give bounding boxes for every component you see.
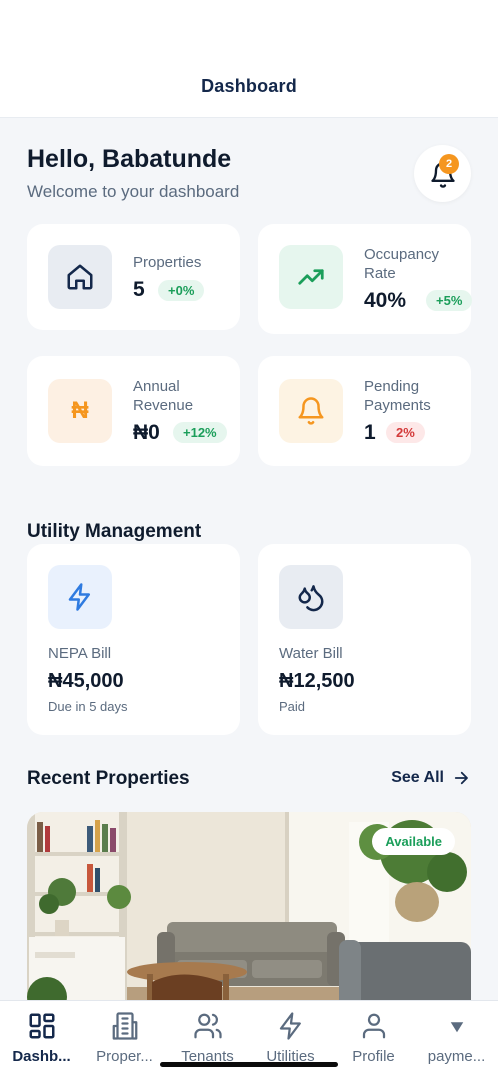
tab-dashboard[interactable]: Dashb... <box>0 1011 83 1065</box>
utility-name: Water Bill <box>279 645 343 662</box>
stat-label: Properties <box>133 254 202 271</box>
tab-label: payme... <box>427 1048 486 1065</box>
stat-value: ₦0 <box>133 421 160 444</box>
users-icon <box>193 1013 222 1039</box>
stat-change-badge: +0% <box>158 280 205 301</box>
see-all-link[interactable]: See All <box>391 769 470 787</box>
tab-tenants[interactable]: Tenants <box>166 1011 249 1065</box>
tab-label: Dashb... <box>12 1048 71 1065</box>
water-drops-icon <box>298 585 324 612</box>
utility-section-title: Utility Management <box>27 521 202 542</box>
greeting-title: Hello, Babatunde <box>27 145 232 173</box>
stat-value: 40% <box>364 289 407 312</box>
stat-change-badge: +12% <box>173 422 227 443</box>
lightning-icon <box>279 1012 301 1040</box>
home-indicator <box>160 1062 338 1067</box>
stat-icon-box <box>279 379 343 443</box>
stat-value: 5 <box>133 278 145 301</box>
stat-card-properties[interactable]: Properties 5 +0% <box>27 224 240 330</box>
dashboard-grid-icon <box>29 1013 54 1039</box>
home-icon <box>67 264 93 290</box>
bell-icon <box>298 397 324 425</box>
top-bar: Dashboard <box>0 0 498 118</box>
chevron-down-icon <box>450 1022 463 1033</box>
user-icon <box>362 1013 385 1039</box>
building-icon <box>112 1012 137 1040</box>
naira-icon: ₦ <box>71 397 89 424</box>
utility-card-nepa[interactable]: NEPA Bill ₦45,000 Due in 5 days <box>27 544 240 735</box>
stat-label: Pending Payments <box>364 378 431 414</box>
utility-card-water[interactable]: Water Bill ₦12,500 Paid <box>258 544 471 735</box>
see-all-label: See All <box>391 769 444 786</box>
notification-count-badge: 2 <box>439 154 459 174</box>
utility-amount: ₦45,000 <box>48 670 124 692</box>
arrow-right-icon <box>454 771 468 785</box>
tab-utilities[interactable]: Utilities <box>249 1011 332 1065</box>
status-badge: Available <box>372 828 455 855</box>
utility-note: Due in 5 days <box>48 699 128 714</box>
tab-properties[interactable]: Proper... <box>83 1011 166 1065</box>
tab-label: Proper... <box>96 1048 153 1065</box>
utility-note: Paid <box>279 699 306 714</box>
utility-name: NEPA Bill <box>48 645 112 662</box>
tab-payments[interactable]: payme... <box>415 1011 498 1065</box>
stat-change-badge: +5% <box>426 290 473 311</box>
stat-change-badge: 2% <box>386 422 425 443</box>
greeting: Hello, Babatunde Welcome to your dashboa… <box>27 145 239 202</box>
trending-up-icon <box>298 269 324 285</box>
page-title: Dashboard <box>201 76 297 96</box>
utility-amount: ₦12,500 <box>279 670 355 692</box>
lightning-icon <box>68 583 90 611</box>
stat-label: Annual Revenue <box>133 378 194 414</box>
stat-label: Occupancy Rate <box>364 246 440 282</box>
property-card[interactable]: Available <box>27 812 471 1012</box>
stat-icon-box <box>279 245 343 309</box>
stat-icon-box: ₦ <box>48 379 112 443</box>
stat-card-pending-payments[interactable]: Pending Payments 1 2% <box>258 356 471 466</box>
stat-value: 1 <box>364 421 376 444</box>
recent-properties-title: Recent Properties <box>27 768 190 789</box>
tab-label: Profile <box>352 1048 395 1065</box>
bottom-tab-bar: Dashb... Proper... Tenants Utilities Pro… <box>0 1000 498 1080</box>
notifications-button[interactable]: 2 <box>414 145 471 202</box>
tab-profile[interactable]: Profile <box>332 1011 415 1065</box>
stat-card-occupancy[interactable]: Occupancy Rate 40% +5% <box>258 224 473 334</box>
utility-icon-box <box>48 565 112 629</box>
stat-card-revenue[interactable]: ₦ Annual Revenue ₦0 +12% <box>27 356 240 466</box>
stat-icon-box <box>48 245 112 309</box>
utility-icon-box <box>279 565 343 629</box>
greeting-subtitle: Welcome to your dashboard <box>27 182 240 201</box>
